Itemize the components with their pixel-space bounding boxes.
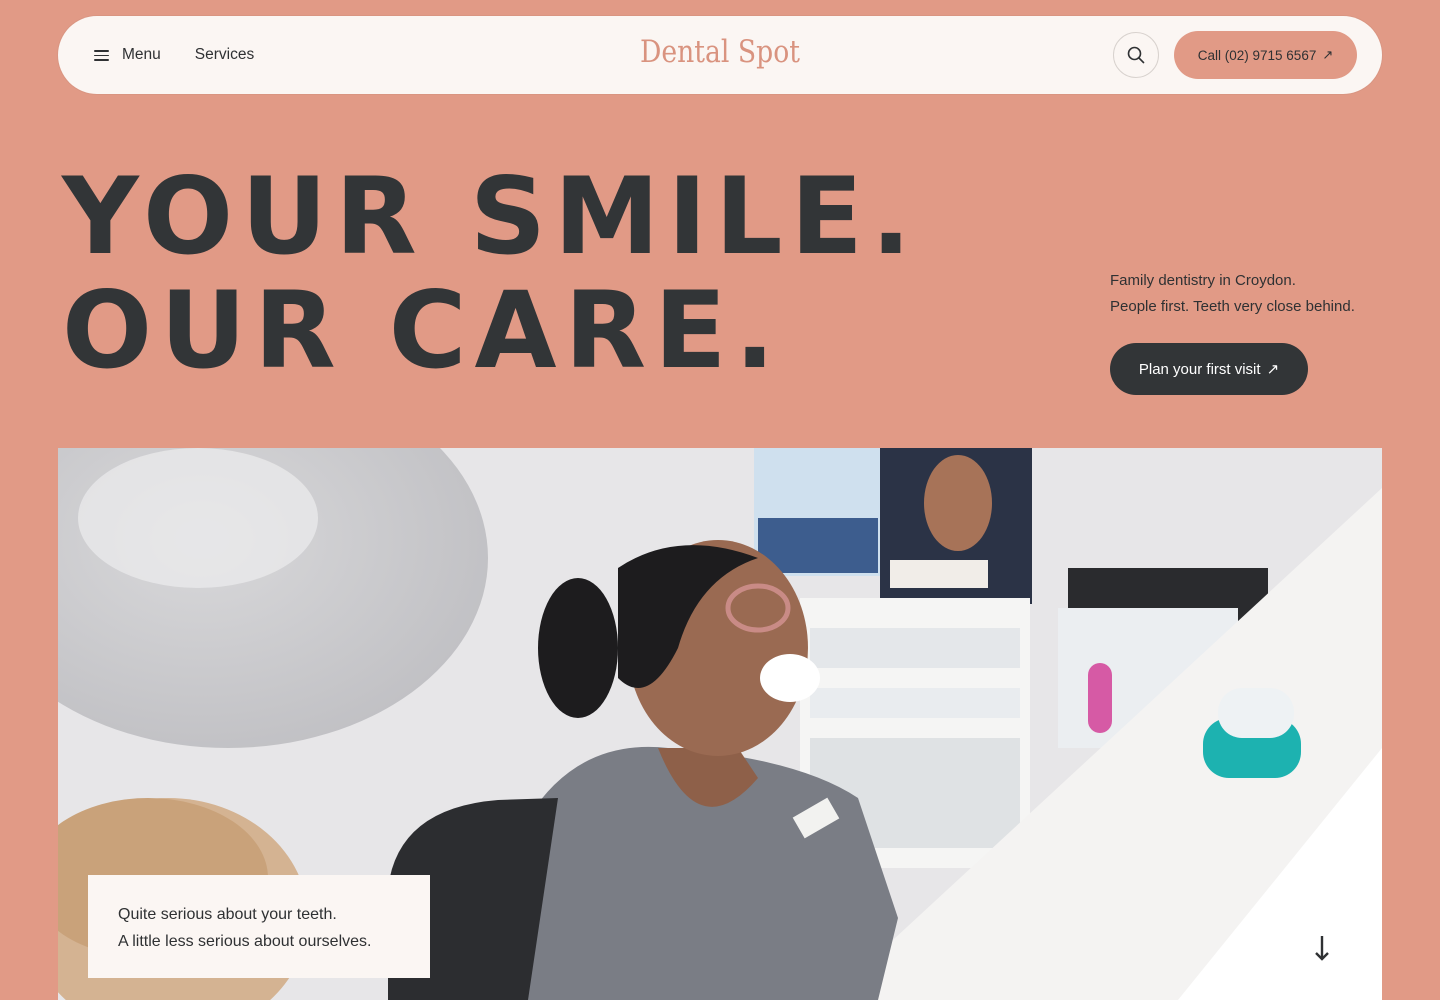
tagline-line-2: People first. Teeth very close behind. <box>1110 298 1355 315</box>
caption-line-2: A little less serious about ourselves. <box>118 933 372 950</box>
scroll-down-button[interactable] <box>1290 916 1354 980</box>
hero-headline-line-1: YOUR SMILE. <box>62 155 920 278</box>
top-navigation-bar: Menu Services Dental Spot Call (02) 9715… <box>58 16 1382 94</box>
photo-caption: Quite serious about your teeth. A little… <box>88 875 430 978</box>
tagline-line-1: Family dentistry in Croydon. <box>1110 272 1296 289</box>
hero-headline: YOUR SMILE. OUR CARE. <box>62 160 919 388</box>
arrow-up-right-icon: ↗ <box>1266 361 1280 378</box>
call-button[interactable]: Call (02) 9715 6567 ↗ <box>1174 31 1357 79</box>
call-button-label: Call (02) 9715 6567 <box>1197 47 1317 63</box>
plan-first-visit-button[interactable]: Plan your first visit ↗ <box>1110 343 1308 395</box>
hamburger-icon <box>94 49 109 61</box>
search-button[interactable] <box>1113 32 1159 78</box>
hero-tagline: Family dentistry in Croydon. People firs… <box>1110 268 1410 320</box>
arrow-down-icon <box>1315 936 1329 961</box>
hero-headline-line-2: OUR CARE. <box>62 269 783 392</box>
cta-label: Plan your first visit <box>1138 360 1261 378</box>
caption-line-1: Quite serious about your teeth. <box>118 906 337 923</box>
search-icon <box>1127 46 1145 64</box>
arrow-up-right-icon: ↗ <box>1322 47 1334 62</box>
